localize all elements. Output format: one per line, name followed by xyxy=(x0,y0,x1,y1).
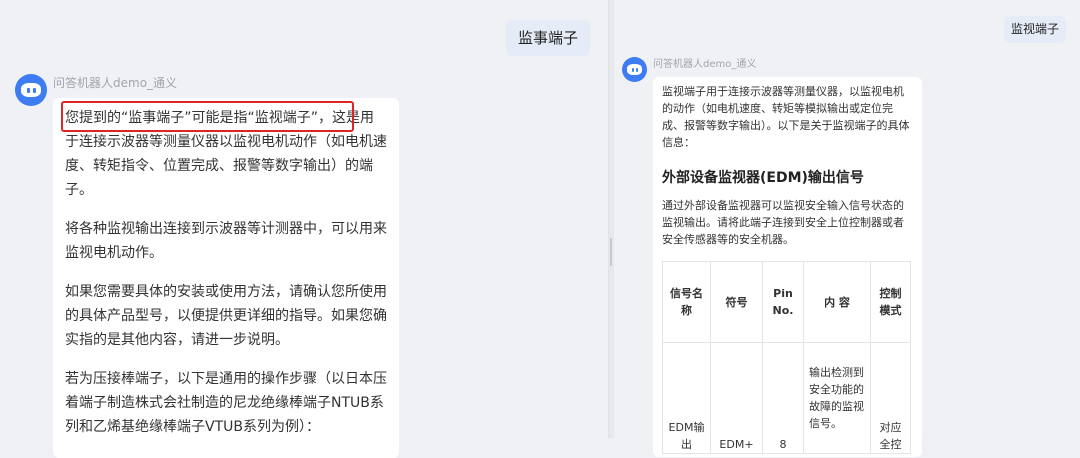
left-bot-avatar xyxy=(15,74,47,106)
table-header-cell: 内 容 xyxy=(803,261,871,343)
table-header-cell: 控制模式 xyxy=(870,261,911,343)
table-header-cell: 符号 xyxy=(710,261,763,343)
section-heading: 外部设备监视器(EDM)输出信号 xyxy=(662,170,864,186)
table-row: EDM输出 EDM+ 8 输出检测到安全功能的故障的监视信号。 对应全控 xyxy=(662,342,911,454)
table-cell: 输出检测到安全功能的故障的监视信号。 xyxy=(803,342,871,454)
table-header-cell: 信号名称 xyxy=(662,261,711,343)
table-cell: 对应全控 xyxy=(870,342,911,454)
left-bot-name: 问答机器人demo_通义 xyxy=(53,76,178,90)
table-cell: 8 xyxy=(762,342,804,454)
left-paragraph-1: 您提到的“监事端子”可能是指“监视端子”，这是用于连接示波器等测量仪器以监视电机… xyxy=(65,110,387,198)
right-bot-avatar xyxy=(622,57,647,82)
right-bot-name: 问答机器人demo_通义 xyxy=(653,59,757,70)
right-body: 通过外部设备监视器可以监视安全输入信号状态的监视输出。请将此端子连接到安全上位控… xyxy=(662,199,904,246)
robot-icon xyxy=(627,64,642,75)
table-header-cell: Pin No. xyxy=(762,261,804,343)
resize-handle[interactable] xyxy=(610,238,612,266)
left-user-message: 监事端子 xyxy=(506,20,590,56)
left-bot-message: 您提到的“监事端子”可能是指“监视端子”，这是用于连接示波器等测量仪器以监视电机… xyxy=(53,98,399,458)
table-cell: EDM输出 xyxy=(662,342,711,454)
signal-table: 信号名称 符号 Pin No. 内 容 控制模式 EDM输出 EDM+ 8 输出… xyxy=(662,261,911,454)
right-user-message: 监视端子 xyxy=(1004,16,1066,43)
left-paragraph-2: 将各种监视输出连接到示波器等计测器中，可以用来监视电机动作。 xyxy=(65,221,387,261)
left-paragraph-3: 如果您需要具体的安装或使用方法，请确认您所使用的具体产品型号，以便提供更详细的指… xyxy=(65,284,387,348)
table-header-row: 信号名称 符号 Pin No. 内 容 控制模式 xyxy=(662,261,911,343)
robot-icon xyxy=(21,83,41,97)
right-bot-message: 监视端子用于连接示波器等测量仪器，以监视电机的动作（如电机速度、转矩等模拟输出或… xyxy=(653,77,922,457)
table-cell: EDM+ xyxy=(710,342,763,454)
left-paragraph-4: 若为压接棒端子，以下是通用的操作步骤（以日本压着端子制造株式会社制造的尼龙绝缘棒… xyxy=(65,371,387,435)
right-intro: 监视端子用于连接示波器等测量仪器，以监视电机的动作（如电机速度、转矩等模拟输出或… xyxy=(662,85,910,149)
